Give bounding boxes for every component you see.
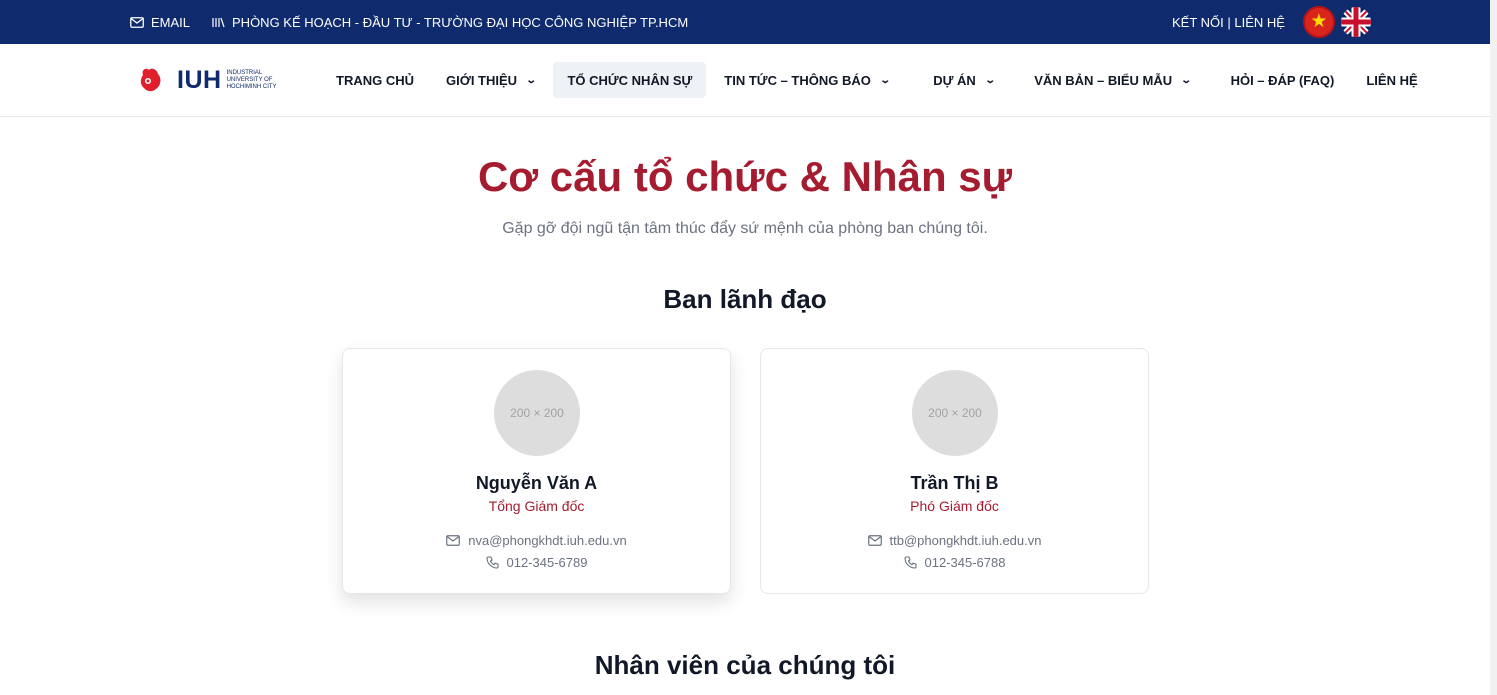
email-label: EMAIL [151,14,191,30]
page-scrollbar[interactable] [1490,0,1497,695]
iuh-emblem-icon [140,68,161,92]
nav-item-organization[interactable]: TỔ CHỨC NHÂN SỰ [553,62,707,98]
org-label: PHÒNG KẾ HOẠCH - ĐẦU TƯ - TRƯỜNG ĐẠI HỌC… [232,14,689,30]
mail-icon [130,16,144,28]
nav-item-label: GIỚI THIỆU [446,72,518,88]
main-navbar: IUH INDUSTRIAL UNIVERSITY OF HOCHIMINH C… [0,44,1497,117]
leader-role: Tổng Giám đốc [488,498,585,514]
page-title: Cơ cấu tổ chức & Nhân sự [477,153,1013,200]
leader-phone[interactable]: 012-345-6788 [761,555,1148,570]
leadership-title: Ban lãnh đạo [663,284,827,314]
leader-name: Nguyễn Văn A [475,473,598,493]
logo-text: IUH [177,65,222,94]
mail-icon [446,535,461,546]
nav-item-faq[interactable]: HỎI – ĐÁP (FAQ) [1217,62,1349,98]
leader-phone[interactable]: 012-345-6789 [343,555,730,570]
logo-subtitle: INDUSTRIAL UNIVERSITY OF HOCHIMINH CITY [226,69,277,90]
phone-icon [903,556,917,569]
mail-icon [867,535,882,546]
chevron-down-icon: ⌄ [525,74,538,86]
nav-item-label: DỰ ÁN [933,72,976,88]
nav-item-label: VĂN BẢN – BIỂU MẪU [1034,72,1173,88]
leader-name: Trần Thị B [910,473,999,493]
leader-role: Phó Giám đốc [910,498,999,514]
phone-text: 012-345-6788 [924,555,1006,570]
staff-title: Nhân viên của chúng tôi [594,650,896,680]
avatar-placeholder: 200 × 200 [912,370,998,456]
nav-item-documents[interactable]: VĂN BẢN – BIỂU MẪU ⌄ [1020,62,1204,98]
connect-contact-link[interactable]: KẾT NỐI | LIÊN HỆ [1172,15,1285,30]
nav-item-about[interactable]: GIỚI THIỆU ⌄ [432,62,549,98]
leader-card[interactable]: 200 × 200 Nguyễn Văn A Tổng Giám đốc nva… [342,348,731,594]
main-menu: TRANG CHỦ GIỚI THIỆU ⌄ TỔ CHỨC NHÂN SỰ TI… [322,62,1432,98]
nav-item-news[interactable]: TIN TỨC – THÔNG BÁO ⌄ [710,62,903,98]
nav-item-label: TRANG CHỦ [336,72,414,88]
email-text: ttb@phongkhdt.iuh.edu.vn [889,533,1042,548]
chevron-down-icon: ⌄ [1180,74,1193,86]
library-icon [212,17,225,27]
nav-item-home[interactable]: TRANG CHỦ [322,62,428,98]
chevron-down-icon: ⌄ [879,74,891,86]
leader-card[interactable]: 200 × 200 Trần Thị B Phó Giám đốc ttb@ph… [760,348,1149,594]
avatar-placeholder: 200 × 200 [494,370,580,456]
vietnam-flag-icon[interactable]: ★ [1302,6,1335,38]
email-text: nva@phongkhdt.iuh.edu.vn [468,533,627,548]
nav-item-label: LIÊN HỆ [1366,72,1418,88]
leader-email[interactable]: ttb@phongkhdt.iuh.edu.vn [761,533,1148,548]
leader-email[interactable]: nva@phongkhdt.iuh.edu.vn [343,533,730,548]
chevron-down-icon: ⌄ [984,74,996,86]
org-link[interactable]: PHÒNG KẾ HOẠCH - ĐẦU TƯ - TRƯỜNG ĐẠI HỌC… [212,15,688,30]
nav-item-label: TỔ CHỨC NHÂN SỰ [567,72,693,88]
phone-text: 012-345-6789 [506,555,588,570]
nav-item-label: HỎI – ĐÁP (FAQ) [1230,72,1335,88]
nav-item-label: TIN TỨC – THÔNG BÁO [724,72,871,88]
nav-item-contact[interactable]: LIÊN HỆ [1352,62,1431,98]
iuh-logo[interactable]: IUH INDUSTRIAL UNIVERSITY OF HOCHIMINH C… [139,64,289,96]
uk-flag-icon[interactable] [1340,7,1371,37]
email-link[interactable]: EMAIL [130,15,190,30]
phone-icon [485,556,499,569]
nav-item-projects[interactable]: DỰ ÁN ⌄ [919,62,1008,98]
top-bar: EMAIL PHÒNG KẾ HOẠCH - ĐẦU TƯ - TRƯỜNG Đ… [0,0,1497,44]
page-subtitle: Gặp gỡ đội ngũ tận tâm thúc đẩy sứ mệnh … [502,220,988,237]
